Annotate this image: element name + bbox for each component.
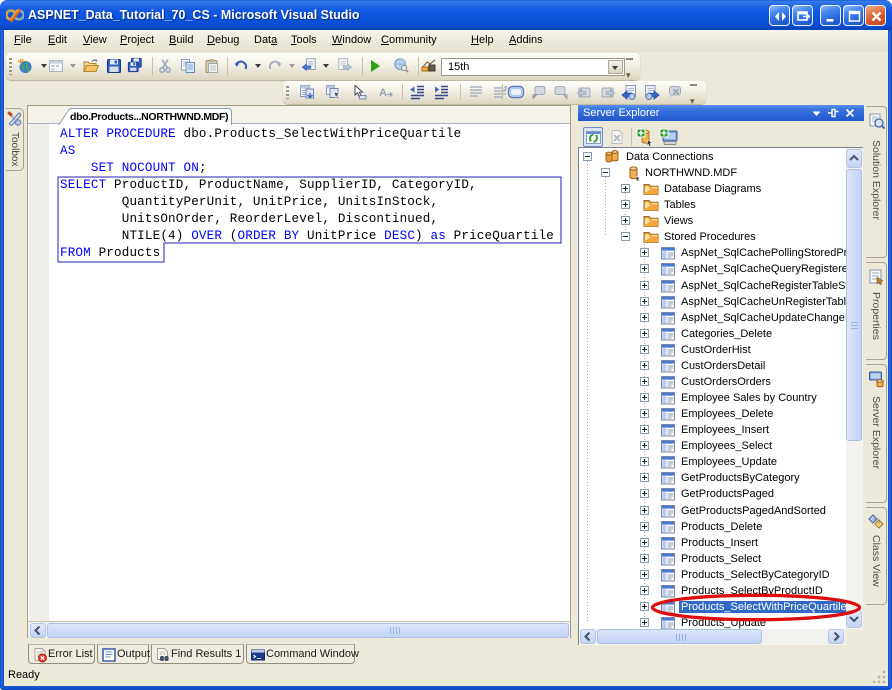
- svg-text:A: A: [379, 87, 387, 99]
